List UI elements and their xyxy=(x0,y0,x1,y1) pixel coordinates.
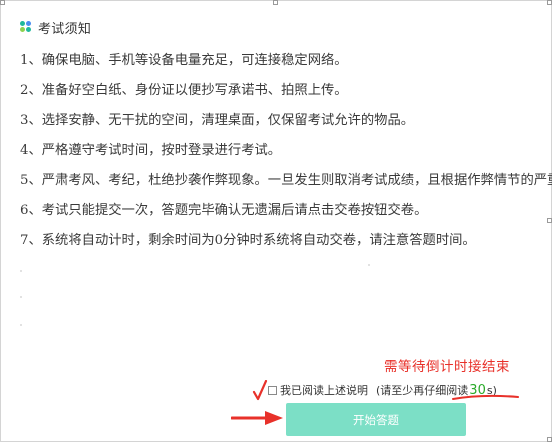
rule-item-2: 2、准备好空白纸、身份证以便抄写承诺书、拍照上传。 xyxy=(20,83,348,98)
rule-item-5: 5、严肃考风、考纪，杜绝抄袭作弊现象。一旦发生则取消考试成绩，且根据作弊情节的严… xyxy=(20,173,552,188)
start-exam-button[interactable]: 开始答题 xyxy=(286,403,466,436)
rule-item-3: 3、选择安静、无干扰的空间，清理桌面，仅保留考试允许的物品。 xyxy=(20,113,415,128)
rules-list: 1、确保电脑、手机等设备电量充足，可连接稳定网络。 2、准备好空白纸、身份证以便… xyxy=(20,46,552,256)
notice-header: 考试须知 xyxy=(20,17,91,37)
resize-handle-top-right[interactable] xyxy=(547,0,552,5)
annotation-note: 需等待倒计时接结束 xyxy=(384,359,510,375)
red-checkmark-annotation-icon xyxy=(252,380,268,401)
read-confirm-label: 我已阅读上述说明 xyxy=(280,384,368,397)
rule-item-1: 1、确保电脑、手机等设备电量充足，可连接稳定网络。 xyxy=(20,53,348,68)
red-arrow-annotation-icon xyxy=(231,411,283,425)
rule-item-7: 7、系统将自动计时，剩余时间为0分钟时系统将自动交卷，请注意答题时间。 xyxy=(20,233,476,248)
resize-handle-top-center[interactable] xyxy=(273,0,278,5)
red-underline-annotation xyxy=(452,394,519,400)
resize-handle-bottom-right[interactable] xyxy=(547,437,552,442)
rule-item-4: 4、严格遵守考试时间，按时登录进行考试。 xyxy=(20,143,282,158)
resize-handle-top-left[interactable] xyxy=(0,0,5,5)
notice-title: 考试须知 xyxy=(38,21,92,37)
dots-logo-icon xyxy=(20,21,32,33)
read-confirm-checkbox[interactable] xyxy=(268,385,277,395)
rule-item-6: 6、考试只能提交一次，答题完毕确认无遗漏后请点击交卷按钮交卷。 xyxy=(20,203,428,218)
